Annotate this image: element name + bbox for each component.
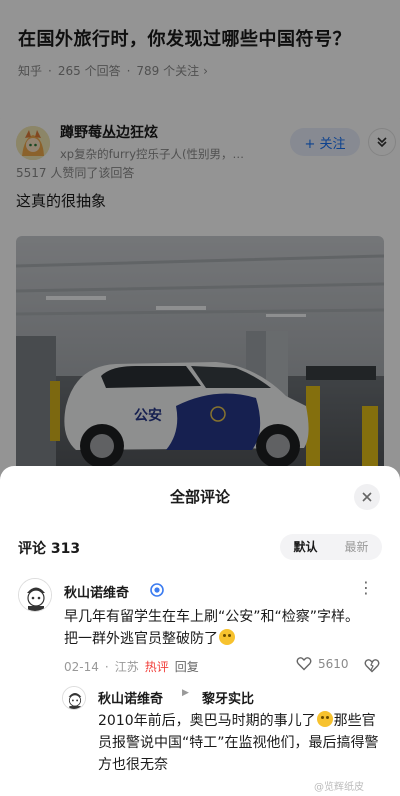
reply-arrow-icon: ▶ (182, 688, 189, 698)
sheet-title: 全部评论 (169, 488, 230, 506)
reply-line-1: 2010年前后，奥巴马时期的事儿了 (98, 713, 316, 729)
watermark: @览辉纸皮 (314, 782, 364, 793)
close-button[interactable] (354, 484, 380, 510)
comments-sheet: 全部评论 评论 313 默认 最新 秋山诺维奇 ⋮ 早几年有留学生在车上刷“公安… (0, 466, 400, 796)
reply-line-3: 方也很无奈 (98, 757, 168, 773)
comment-line-2: 把一群外逃官员整破防了 (64, 631, 218, 647)
commenter-avatar[interactable] (18, 578, 52, 612)
comment-date: 02-14 (64, 659, 99, 674)
laugh-emoji-icon (219, 629, 235, 645)
laugh-emoji-icon (316, 711, 333, 727)
sort-tabs: 默认 最新 (280, 534, 382, 560)
hot-badge: 热评 (144, 660, 169, 674)
commenter-name[interactable]: 秋山诺维奇 (64, 582, 129, 601)
sort-default-tab[interactable]: 默认 (280, 534, 331, 560)
dislike-icon[interactable] (364, 658, 380, 673)
more-options-icon[interactable]: ⋮ (358, 578, 375, 597)
reply-author-name[interactable]: 秋山诺维奇 (98, 688, 163, 707)
dim-overlay[interactable] (0, 0, 400, 480)
sort-latest-tab[interactable]: 最新 (331, 534, 382, 560)
like-button[interactable]: 5610 (296, 656, 349, 671)
comment-count: 评论 313 (18, 541, 81, 557)
heart-icon (296, 657, 312, 671)
reply-line-2: 员报警说中国“特工”在监视他们，最后搞得警 (98, 735, 379, 751)
verified-icon (150, 583, 164, 597)
close-icon (362, 492, 372, 502)
reply-text: 2010年前后，奥巴马时期的事儿了 那些官 员报警说中国“特工”在监视他们，最后搞… (98, 710, 384, 776)
comment-text: 早几年有留学生在车上刷“公安”和“检察”字样。 把一群外逃官员整破防了 (64, 606, 384, 650)
reply-to-name[interactable]: 黎牙实比 (202, 688, 254, 707)
comment-line-1: 早几年有留学生在车上刷“公安”和“检察”字样。 (64, 609, 360, 625)
like-count: 5610 (318, 656, 349, 671)
reply-link[interactable]: 回复 (175, 658, 199, 675)
reply-line-1b: 那些官 (333, 713, 376, 729)
reply-avatar[interactable] (62, 686, 86, 710)
comment-region: 江苏 (114, 660, 139, 674)
comment-meta: 02-14 · 江苏 热评 回复 (64, 658, 199, 675)
